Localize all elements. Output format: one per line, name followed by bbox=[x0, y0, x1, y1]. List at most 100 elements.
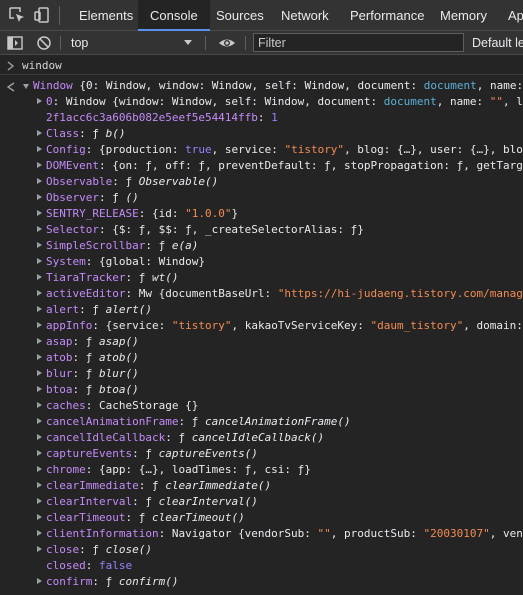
tree-row[interactable]: DOMEvent: {on: ƒ, off: ƒ, preventDefault… bbox=[0, 158, 523, 174]
tab-application[interactable]: Ap bbox=[508, 0, 523, 31]
tree-row[interactable]: activeEditor: Mw {documentBaseUrl: "http… bbox=[0, 286, 523, 302]
expand-triangle-right-icon[interactable] bbox=[37, 290, 42, 296]
tree-row[interactable]: cancelIdleCallback: ƒ cancelIdleCallback… bbox=[0, 430, 523, 446]
chevron-down-icon[interactable] bbox=[184, 40, 192, 45]
tree-row[interactable]: atob: ƒ atob() bbox=[0, 350, 523, 366]
tree-row[interactable]: appInfo: {service: "tistory", kakaoTvSer… bbox=[0, 318, 523, 334]
expand-triangle-right-icon[interactable] bbox=[37, 210, 42, 216]
expand-triangle-right-icon[interactable] bbox=[37, 514, 42, 520]
expand-triangle-down-icon[interactable] bbox=[23, 84, 29, 89]
tree-row[interactable]: System: {global: Window} bbox=[0, 254, 523, 270]
expand-triangle-right-icon[interactable] bbox=[37, 306, 42, 312]
tree-row[interactable]: cancelAnimationFrame: ƒ cancelAnimationF… bbox=[0, 414, 523, 430]
tree-row[interactable]: caches: CacheStorage {} bbox=[0, 398, 523, 414]
expand-triangle-right-icon[interactable] bbox=[37, 482, 42, 488]
expand-triangle-right-icon[interactable] bbox=[37, 578, 42, 584]
token: "" bbox=[317, 527, 331, 540]
tree-row[interactable]: clientInformation: Navigator {vendorSub:… bbox=[0, 526, 523, 542]
token: clearImmediate bbox=[46, 479, 139, 492]
expand-triangle-right-icon[interactable] bbox=[37, 146, 42, 152]
tree-row[interactable]: captureEvents: ƒ captureEvents() bbox=[0, 446, 523, 462]
expand-triangle-right-icon[interactable] bbox=[37, 498, 42, 504]
tree-row-text: 2f1acc6c3a606b082e5eef5e54414ffb: 1 bbox=[46, 111, 278, 124]
tab-elements[interactable]: Elements bbox=[79, 0, 133, 31]
expand-triangle-right-icon[interactable] bbox=[37, 226, 42, 232]
tree-row[interactable]: SimpleScrollbar: ƒ e(a) bbox=[0, 238, 523, 254]
expand-triangle-right-icon[interactable] bbox=[37, 162, 42, 168]
expand-triangle-right-icon[interactable] bbox=[37, 546, 42, 552]
tree-row-text: appInfo: {service: "tistory", kakaoTvSer… bbox=[46, 319, 523, 332]
tree-row[interactable]: confirm: ƒ confirm() bbox=[0, 574, 523, 590]
filter-input[interactable] bbox=[253, 33, 464, 52]
tree-row[interactable]: 0: Window {window: Window, self: Window,… bbox=[0, 94, 523, 110]
expand-triangle-right-icon[interactable] bbox=[37, 194, 42, 200]
tree-row[interactable]: chrome: {app: {…}, loadTimes: ƒ, csi: ƒ} bbox=[0, 462, 523, 478]
expand-triangle-right-icon[interactable] bbox=[37, 386, 42, 392]
token: , vend bbox=[489, 527, 523, 540]
clear-console-icon[interactable] bbox=[34, 33, 54, 53]
token: : {app: {…}, loadTimes: ƒ, csi: ƒ} bbox=[85, 463, 311, 476]
token: : ƒ bbox=[112, 175, 139, 188]
token: alert bbox=[46, 303, 80, 316]
expand-triangle-right-icon[interactable] bbox=[37, 242, 42, 248]
tree-row[interactable]: close: ƒ close() bbox=[0, 542, 523, 558]
expand-triangle-right-icon[interactable] bbox=[37, 130, 42, 136]
token: : Mw {documentBaseUrl: bbox=[125, 287, 278, 300]
device-toolbar-icon[interactable] bbox=[32, 5, 52, 25]
sidebar-toggle-icon[interactable] bbox=[5, 33, 25, 53]
tree-row[interactable]: alert: ƒ alert() bbox=[0, 302, 523, 318]
tree-row[interactable]: blur: ƒ blur() bbox=[0, 366, 523, 382]
expand-triangle-right-icon[interactable] bbox=[37, 466, 42, 472]
tree-row[interactable]: clearImmediate: ƒ clearImmediate() bbox=[0, 478, 523, 494]
tree-row-text: Config: {production: true, service: "tis… bbox=[46, 143, 523, 156]
token: {0: Window, window: Window, self: Window… bbox=[79, 79, 424, 92]
tab-console[interactable]: Console bbox=[138, 0, 210, 31]
tree-row[interactable]: Selector: {$: ƒ, $$: ƒ, _createSelectorA… bbox=[0, 222, 523, 238]
expand-triangle-right-icon[interactable] bbox=[37, 338, 42, 344]
token: , productSub: bbox=[330, 527, 424, 540]
expand-triangle-right-icon[interactable] bbox=[37, 370, 42, 376]
tree-row[interactable]: Observable: ƒ Observable() bbox=[0, 174, 523, 190]
token: asap() bbox=[99, 335, 139, 348]
token: : bbox=[85, 559, 99, 572]
expand-triangle-right-icon[interactable] bbox=[37, 178, 42, 184]
tree-row-text: clearInterval: ƒ clearInterval() bbox=[46, 495, 258, 508]
tree-row-text: Window {0: Window, window: Window, self:… bbox=[33, 79, 523, 92]
context-selector[interactable]: top bbox=[71, 31, 88, 55]
tree-row[interactable]: btoa: ƒ btoa() bbox=[0, 382, 523, 398]
tree-row[interactable]: Config: {production: true, service: "tis… bbox=[0, 142, 523, 158]
token: , kakaoTvServiceKey: bbox=[231, 319, 371, 332]
expand-triangle-right-icon[interactable] bbox=[37, 258, 42, 264]
token: : ƒ bbox=[92, 575, 119, 588]
tree-row[interactable]: clearTimeout: ƒ clearTimeout() bbox=[0, 510, 523, 526]
tree-row[interactable]: Observer: ƒ () bbox=[0, 190, 523, 206]
inspect-element-icon[interactable] bbox=[7, 5, 27, 25]
tree-row[interactable]: Class: ƒ b() bbox=[0, 126, 523, 142]
eye-icon[interactable] bbox=[217, 33, 237, 53]
tree-row[interactable]: asap: ƒ asap() bbox=[0, 334, 523, 350]
tab-performance[interactable]: Performance bbox=[350, 0, 424, 31]
expand-triangle-right-icon[interactable] bbox=[37, 530, 42, 536]
expand-triangle-right-icon[interactable] bbox=[37, 354, 42, 360]
log-levels-dropdown[interactable]: Default le bbox=[472, 31, 523, 55]
token: : Navigator {vendorSub: bbox=[158, 527, 318, 540]
expand-triangle-right-icon[interactable] bbox=[37, 322, 42, 328]
tab-sources[interactable]: Sources bbox=[216, 0, 264, 31]
tab-network[interactable]: Network bbox=[281, 0, 329, 31]
tree-row[interactable]: clearInterval: ƒ clearInterval() bbox=[0, 494, 523, 510]
expand-triangle-right-icon[interactable] bbox=[37, 402, 42, 408]
tree-row-text: Observer: ƒ () bbox=[46, 191, 139, 204]
tree-row[interactable]: SENTRY_RELEASE: {id: "1.0.0"} bbox=[0, 206, 523, 222]
expand-triangle-right-icon[interactable] bbox=[37, 450, 42, 456]
expand-triangle-right-icon[interactable] bbox=[37, 418, 42, 424]
tree-row-text: asap: ƒ asap() bbox=[46, 335, 139, 348]
tree-row[interactable]: Window {0: Window, window: Window, self:… bbox=[0, 78, 523, 94]
token: confirm bbox=[46, 575, 93, 588]
tab-memory[interactable]: Memory bbox=[440, 0, 487, 31]
expand-triangle-right-icon[interactable] bbox=[37, 274, 42, 280]
tree-row-text: blur: ƒ blur() bbox=[46, 367, 139, 380]
tree-row-text: close: ƒ close() bbox=[46, 543, 152, 556]
expand-triangle-right-icon[interactable] bbox=[37, 434, 42, 440]
tree-row[interactable]: TiaraTracker: ƒ wt() bbox=[0, 270, 523, 286]
expand-triangle-right-icon[interactable] bbox=[37, 98, 42, 104]
